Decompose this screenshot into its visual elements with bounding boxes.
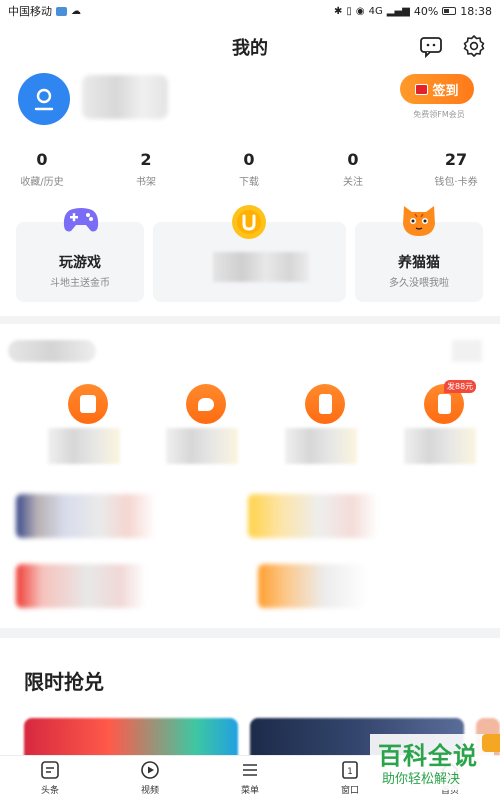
service-label-blurred [404,428,476,464]
flash-sale-title: 限时抢兑 [24,670,104,694]
stat-label: 收藏/历史 [20,177,64,188]
cat-card-title: 养猫猫 [398,255,440,271]
game-card-subtitle: 斗地主送金币 [50,278,110,289]
user-icon [34,88,54,111]
game-card[interactable]: 玩游戏 斗地主送金币 [16,208,144,302]
stat-value: 0 [243,150,255,169]
game-card-title: 玩游戏 [59,255,101,271]
coin-card[interactable] [153,205,346,302]
services-title-blurred [8,340,96,362]
stat-value: 27 [444,150,468,169]
signal-label: 4G [368,5,383,17]
window-icon: 1 [342,761,358,779]
bluetooth-icon: ✱ [334,5,343,17]
stat-bookshelf[interactable]: 2 书架 [111,150,181,188]
service-phone-icon [305,384,345,424]
news-icon [41,761,59,779]
service-badge: 发88元 [444,380,477,393]
avatar[interactable] [18,73,70,125]
nav-menu[interactable]: 菜单 [220,760,280,796]
battery-icon [442,7,457,15]
section-divider [0,628,500,638]
clock-time: 18:38 [460,4,492,18]
service-item[interactable] [166,384,246,474]
service-label-blurred [48,428,120,464]
promo-blurred[interactable] [16,564,146,608]
promo-blurred[interactable] [16,494,156,538]
play-icon [141,761,159,779]
gamepad-icon [63,208,99,232]
service-item[interactable] [285,384,365,474]
signin-label: 签到 [432,83,459,99]
service-card-icon [68,384,108,424]
stat-value: 0 [347,150,359,169]
cloud-icon: ☁ [71,5,81,17]
nav-news[interactable]: 头条 [20,760,80,796]
stat-value: 2 [140,150,152,169]
stat-label: 下载 [239,177,259,188]
service-label-blurred [285,428,357,464]
signin-button[interactable]: 签到 [400,74,474,104]
service-label-blurred [166,428,238,464]
svg-text:1: 1 [347,767,353,777]
cat-icon [403,206,435,236]
stat-following[interactable]: 0 关注 [318,150,388,188]
username-blurred[interactable] [82,75,168,119]
carrier-name: 中国移动 [8,5,52,18]
watermark: 百科全说 助你轻松解决 [370,734,494,790]
status-bar: 中国移动 ☁ ✱ ▯ ◉ 4G ▂▄▆ 40% 18:38 [0,0,500,22]
signin-note: 免费领FM会员 [413,110,465,119]
battery-percent: 40% [413,4,439,18]
services-more-blurred[interactable] [452,340,482,362]
nav-video[interactable]: 视频 [120,760,180,796]
stats-row: 0 收藏/历史 2 书架 0 下载 0 关注 27 钱包·卡券 [0,150,500,190]
signal-icon: ▂▄▆ [386,5,410,17]
nav-label: 菜单 [240,786,259,796]
vibrate-icon: ▯ [346,5,352,17]
menu-icon [243,764,257,776]
stat-downloads[interactable]: 0 下载 [214,150,284,188]
flash-sale-item[interactable] [24,718,238,758]
cat-card[interactable]: 养猫猫 多久没喂我啦 [355,206,483,302]
stat-favorites[interactable]: 0 收藏/历史 [7,150,77,188]
stat-label: 钱包·卡券 [434,177,478,188]
stat-label: 关注 [343,177,363,188]
message-icon[interactable] [419,34,443,58]
service-item[interactable] [48,384,128,474]
promo-blurred[interactable] [248,494,378,538]
stat-label: 书架 [136,177,156,188]
service-item[interactable]: 发88元 [404,380,484,474]
carrier-badge-icon [56,6,67,16]
top-header: 我的 [0,28,500,66]
gear-icon[interactable] [462,34,486,58]
cat-card-subtitle: 多久没喂我啦 [389,278,449,289]
nav-label: 视频 [140,786,159,796]
stat-wallet[interactable]: 27 钱包·卡券 [421,150,491,188]
promo-blurred[interactable] [258,564,368,608]
nav-label: 头条 [40,786,59,796]
signin-gift-icon [415,83,429,95]
watermark-sub: 助你轻松解决 [382,772,461,787]
stat-value: 0 [36,150,48,169]
eye-icon: ◉ [355,5,365,17]
coin-card-blurred-text [213,252,309,282]
watermark-tag [482,734,500,752]
watermark-main: 百科全说 [378,742,478,770]
coin-icon [232,205,266,239]
service-chat-icon [186,384,226,424]
section-divider [0,316,500,324]
